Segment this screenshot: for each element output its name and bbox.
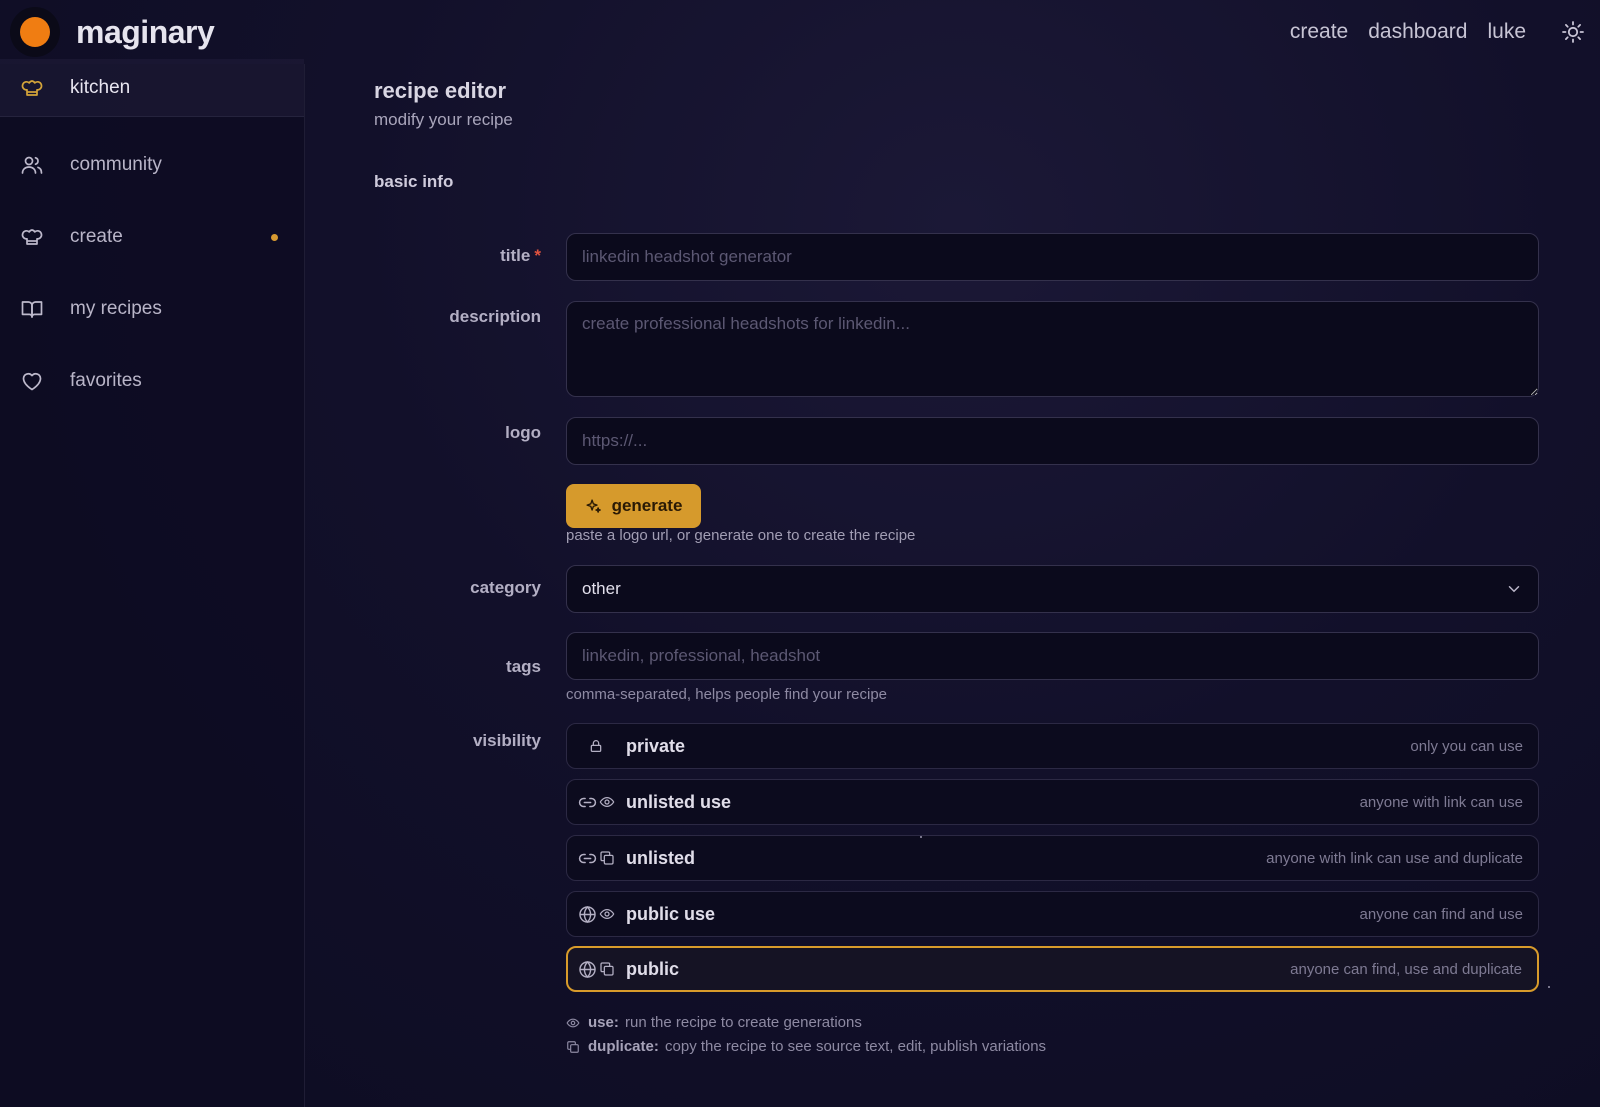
sidebar-item-community[interactable]: community — [0, 136, 304, 194]
visibility-option-public[interactable]: public anyone can find, use and duplicat… — [566, 946, 1539, 992]
visibility-option-unlisted[interactable]: unlisted anyone with link can use and du… — [566, 835, 1539, 881]
visibility-option-private[interactable]: private only you can use — [566, 723, 1539, 769]
link-icon — [578, 797, 597, 807]
visibility-option-name: public use — [626, 903, 716, 924]
chef-hat-icon — [21, 79, 43, 96]
category-select[interactable]: other — [566, 565, 1539, 613]
category-label: category — [470, 578, 541, 597]
eye-icon — [599, 797, 615, 807]
page-title: recipe editor — [374, 78, 507, 103]
heart-icon — [22, 373, 42, 391]
visibility-option-desc: only you can use — [1410, 737, 1523, 755]
top-nav: create dashboard luke — [1290, 15, 1590, 49]
theme-toggle-button[interactable] — [1556, 15, 1590, 49]
globe-icon — [579, 905, 596, 923]
title-input[interactable] — [566, 233, 1539, 281]
sidebar-item-label: favorites — [70, 370, 142, 391]
visibility-label: visibility — [472, 731, 541, 750]
chevron-down-icon — [1508, 586, 1520, 593]
decorative-speck — [920, 836, 922, 838]
notification-dot — [271, 233, 278, 241]
visibility-option-unlisted-use[interactable]: unlisted use anyone with link can use — [566, 779, 1539, 825]
sidebar-item-create[interactable]: create — [0, 208, 304, 266]
chef-hat-icon — [21, 229, 43, 245]
use-text: run the recipe to create generations — [625, 1014, 862, 1031]
eye-icon — [599, 909, 615, 919]
tags-hint: comma-separated, helps people find your … — [566, 686, 888, 703]
copy-icon — [600, 851, 614, 865]
lock-icon — [590, 740, 602, 752]
duplicate-term: duplicate: — [588, 1038, 659, 1055]
sparkles-icon — [586, 498, 601, 513]
visibility-option-name: unlisted use — [626, 791, 732, 812]
title-label: title * — [500, 246, 541, 265]
generate-label: generate — [611, 496, 683, 515]
visibility-option-public-use[interactable]: public use anyone can find and use — [566, 891, 1539, 937]
visibility-option-desc: anyone can find and use — [1359, 905, 1523, 923]
globe-icon — [579, 960, 596, 978]
logo-url-input[interactable] — [566, 417, 1539, 465]
page-subtitle: modify your recipe — [374, 110, 513, 129]
visibility-option-name: unlisted — [626, 847, 696, 868]
visibility-option-name: public — [626, 958, 679, 979]
use-legend: use: run the recipe to create generation… — [566, 1014, 862, 1031]
book-icon — [21, 301, 43, 318]
tags-input[interactable] — [566, 632, 1539, 680]
eye-icon — [566, 1018, 580, 1027]
sidebar-item-kitchen[interactable]: kitchen — [0, 59, 304, 117]
sidebar-item-label: community — [70, 154, 162, 175]
tags-label: tags — [506, 657, 541, 676]
brand[interactable]: maginary — [10, 7, 215, 57]
sidebar-item-label: my recipes — [70, 298, 162, 319]
logo-label: logo — [505, 423, 541, 442]
copy-icon — [600, 962, 614, 976]
duplicate-text: copy the recipe to see source text, edit… — [665, 1038, 1047, 1055]
decorative-speck — [1548, 986, 1550, 988]
logo-icon — [10, 7, 60, 57]
users-icon — [21, 156, 43, 174]
section-title: basic info — [374, 172, 454, 191]
sidebar: kitchen community create my recipes favo… — [0, 59, 305, 1107]
sidebar-item-label: create — [70, 226, 123, 247]
nav-user-link[interactable]: luke — [1487, 20, 1526, 44]
duplicate-legend: duplicate: copy the recipe to see source… — [566, 1038, 1046, 1055]
sidebar-item-my-recipes[interactable]: my recipes — [0, 280, 304, 338]
sun-icon — [1562, 21, 1584, 43]
logo-hint: paste a logo url, or generate one to cre… — [566, 527, 916, 544]
top-bar: maginary create dashboard luke — [0, 0, 1600, 64]
sidebar-item-label: kitchen — [70, 76, 131, 98]
copy-icon — [567, 1040, 579, 1053]
nav-dashboard-link[interactable]: dashboard — [1368, 20, 1467, 44]
brand-name: maginary — [76, 13, 215, 50]
description-textarea[interactable] — [566, 301, 1539, 397]
generate-logo-button[interactable]: generate — [566, 484, 701, 528]
visibility-option-desc: anyone with link can use and duplicate — [1266, 849, 1523, 867]
nav-create-link[interactable]: create — [1290, 20, 1348, 44]
link-icon — [578, 853, 597, 863]
required-mark: * — [534, 246, 541, 265]
visibility-option-desc: anyone can find, use and duplicate — [1290, 960, 1522, 978]
recipe-editor: recipe editor modify your recipe basic i… — [305, 64, 1600, 1107]
use-term: use: — [588, 1014, 619, 1031]
visibility-option-desc: anyone with link can use — [1359, 793, 1523, 811]
visibility-option-name: private — [626, 735, 686, 756]
sidebar-item-favorites[interactable]: favorites — [0, 352, 304, 410]
description-label: description — [449, 307, 541, 326]
category-value: other — [582, 579, 621, 598]
